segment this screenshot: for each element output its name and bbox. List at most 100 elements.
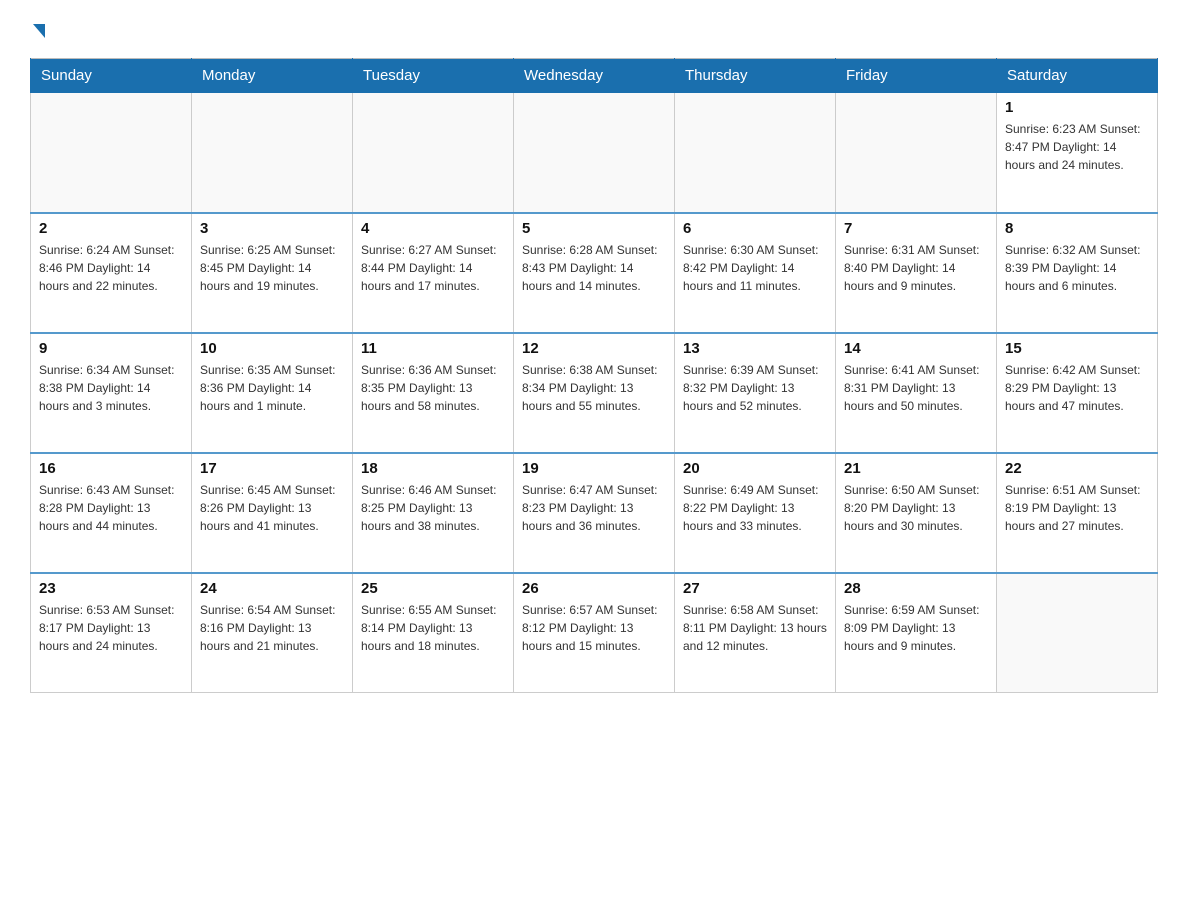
day-number: 18	[361, 460, 505, 477]
day-of-week-header: Sunday	[31, 59, 192, 93]
calendar-cell: 18Sunrise: 6:46 AM Sunset: 8:25 PM Dayli…	[353, 453, 514, 573]
day-number: 12	[522, 340, 666, 357]
calendar-cell	[192, 93, 353, 213]
day-of-week-header: Friday	[836, 59, 997, 93]
calendar-cell	[836, 93, 997, 213]
day-info: Sunrise: 6:58 AM Sunset: 8:11 PM Dayligh…	[683, 601, 827, 655]
day-info: Sunrise: 6:24 AM Sunset: 8:46 PM Dayligh…	[39, 241, 183, 295]
day-info: Sunrise: 6:49 AM Sunset: 8:22 PM Dayligh…	[683, 481, 827, 535]
day-info: Sunrise: 6:32 AM Sunset: 8:39 PM Dayligh…	[1005, 241, 1149, 295]
day-number: 26	[522, 580, 666, 597]
calendar-cell	[997, 573, 1158, 693]
day-info: Sunrise: 6:31 AM Sunset: 8:40 PM Dayligh…	[844, 241, 988, 295]
day-number: 13	[683, 340, 827, 357]
calendar-cell: 11 Sunrise: 6:36 AM Sunset: 8:35 PM Dayli…	[353, 333, 514, 453]
calendar-cell: 3Sunrise: 6:25 AM Sunset: 8:45 PM Daylig…	[192, 213, 353, 333]
day-info: Sunrise: 6:53 AM Sunset: 8:17 PM Dayligh…	[39, 601, 183, 655]
calendar-cell: 6 Sunrise: 6:30 AM Sunset: 8:42 PM Daylig…	[675, 213, 836, 333]
day-info: Sunrise: 6:54 AM Sunset: 8:16 PM Dayligh…	[200, 601, 344, 655]
day-number: 15	[1005, 340, 1149, 357]
day-info: Sunrise: 6:43 AM Sunset: 8:28 PM Dayligh…	[39, 481, 183, 535]
calendar-week-row: 1 Sunrise: 6:23 AM Sunset: 8:47 PM Daylig…	[31, 93, 1158, 213]
day-of-week-header: Monday	[192, 59, 353, 93]
calendar-week-row: 16 Sunrise: 6:43 AM Sunset: 8:28 PM Dayli…	[31, 453, 1158, 573]
day-info: Sunrise: 6:57 AM Sunset: 8:12 PM Dayligh…	[522, 601, 666, 655]
calendar-cell	[353, 93, 514, 213]
day-number: 2	[39, 220, 183, 237]
day-number: 1	[1005, 99, 1149, 116]
calendar-cell: 24 Sunrise: 6:54 AM Sunset: 8:16 PM Dayli…	[192, 573, 353, 693]
calendar-cell: 9 Sunrise: 6:34 AM Sunset: 8:38 PM Daylig…	[31, 333, 192, 453]
day-number: 11	[361, 340, 505, 357]
day-info: Sunrise: 6:38 AM Sunset: 8:34 PM Dayligh…	[522, 361, 666, 415]
day-number: 17	[200, 460, 344, 477]
day-info: Sunrise: 6:50 AM Sunset: 8:20 PM Dayligh…	[844, 481, 988, 535]
day-info: Sunrise: 6:23 AM Sunset: 8:47 PM Dayligh…	[1005, 120, 1149, 174]
day-info: Sunrise: 6:30 AM Sunset: 8:42 PM Dayligh…	[683, 241, 827, 295]
day-number: 8	[1005, 220, 1149, 237]
day-info: Sunrise: 6:59 AM Sunset: 8:09 PM Dayligh…	[844, 601, 988, 655]
day-info: Sunrise: 6:28 AM Sunset: 8:43 PM Dayligh…	[522, 241, 666, 295]
day-number: 7	[844, 220, 988, 237]
calendar-cell	[31, 93, 192, 213]
calendar-cell: 27 Sunrise: 6:58 AM Sunset: 8:11 PM Dayli…	[675, 573, 836, 693]
day-number: 10	[200, 340, 344, 357]
day-number: 14	[844, 340, 988, 357]
day-of-week-header: Thursday	[675, 59, 836, 93]
calendar-cell: 26 Sunrise: 6:57 AM Sunset: 8:12 PM Dayli…	[514, 573, 675, 693]
calendar-cell: 14 Sunrise: 6:41 AM Sunset: 8:31 PM Dayli…	[836, 333, 997, 453]
day-number: 16	[39, 460, 183, 477]
day-number: 19	[522, 460, 666, 477]
day-info: Sunrise: 6:36 AM Sunset: 8:35 PM Dayligh…	[361, 361, 505, 415]
day-info: Sunrise: 6:47 AM Sunset: 8:23 PM Dayligh…	[522, 481, 666, 535]
calendar-week-row: 2 Sunrise: 6:24 AM Sunset: 8:46 PM Daylig…	[31, 213, 1158, 333]
calendar-cell: 5 Sunrise: 6:28 AM Sunset: 8:43 PM Daylig…	[514, 213, 675, 333]
day-info: Sunrise: 6:34 AM Sunset: 8:38 PM Dayligh…	[39, 361, 183, 415]
calendar-cell: 19 Sunrise: 6:47 AM Sunset: 8:23 PM Dayli…	[514, 453, 675, 573]
calendar-week-row: 23 Sunrise: 6:53 AM Sunset: 8:17 PM Dayli…	[31, 573, 1158, 693]
page-header	[30, 20, 1158, 38]
calendar-cell: 2 Sunrise: 6:24 AM Sunset: 8:46 PM Daylig…	[31, 213, 192, 333]
calendar-table: SundayMondayTuesdayWednesdayThursdayFrid…	[30, 58, 1158, 693]
calendar-cell: 23 Sunrise: 6:53 AM Sunset: 8:17 PM Dayli…	[31, 573, 192, 693]
day-of-week-header: Tuesday	[353, 59, 514, 93]
calendar-week-row: 9 Sunrise: 6:34 AM Sunset: 8:38 PM Daylig…	[31, 333, 1158, 453]
day-info: Sunrise: 6:41 AM Sunset: 8:31 PM Dayligh…	[844, 361, 988, 415]
day-number: 22	[1005, 460, 1149, 477]
day-info: Sunrise: 6:55 AM Sunset: 8:14 PM Dayligh…	[361, 601, 505, 655]
day-number: 28	[844, 580, 988, 597]
calendar-cell	[675, 93, 836, 213]
day-number: 4	[361, 220, 505, 237]
day-info: Sunrise: 6:42 AM Sunset: 8:29 PM Dayligh…	[1005, 361, 1149, 415]
day-number: 24	[200, 580, 344, 597]
logo	[30, 20, 45, 38]
day-number: 6	[683, 220, 827, 237]
day-info: Sunrise: 6:27 AM Sunset: 8:44 PM Dayligh…	[361, 241, 505, 295]
calendar-cell: 7 Sunrise: 6:31 AM Sunset: 8:40 PM Daylig…	[836, 213, 997, 333]
day-number: 20	[683, 460, 827, 477]
calendar-cell: 1 Sunrise: 6:23 AM Sunset: 8:47 PM Daylig…	[997, 93, 1158, 213]
day-info: Sunrise: 6:35 AM Sunset: 8:36 PM Dayligh…	[200, 361, 344, 415]
day-of-week-header: Saturday	[997, 59, 1158, 93]
calendar-cell: 13Sunrise: 6:39 AM Sunset: 8:32 PM Dayli…	[675, 333, 836, 453]
day-number: 23	[39, 580, 183, 597]
calendar-cell: 22 Sunrise: 6:51 AM Sunset: 8:19 PM Dayli…	[997, 453, 1158, 573]
calendar-cell: 17 Sunrise: 6:45 AM Sunset: 8:26 PM Dayli…	[192, 453, 353, 573]
calendar-cell: 15 Sunrise: 6:42 AM Sunset: 8:29 PM Dayli…	[997, 333, 1158, 453]
day-number: 21	[844, 460, 988, 477]
day-number: 9	[39, 340, 183, 357]
calendar-cell: 12 Sunrise: 6:38 AM Sunset: 8:34 PM Dayli…	[514, 333, 675, 453]
day-number: 5	[522, 220, 666, 237]
logo-arrow-icon	[33, 24, 45, 38]
calendar-cell: 10 Sunrise: 6:35 AM Sunset: 8:36 PM Dayli…	[192, 333, 353, 453]
calendar-cell: 21 Sunrise: 6:50 AM Sunset: 8:20 PM Dayli…	[836, 453, 997, 573]
calendar-cell: 28 Sunrise: 6:59 AM Sunset: 8:09 PM Dayli…	[836, 573, 997, 693]
day-info: Sunrise: 6:51 AM Sunset: 8:19 PM Dayligh…	[1005, 481, 1149, 535]
day-number: 25	[361, 580, 505, 597]
day-info: Sunrise: 6:45 AM Sunset: 8:26 PM Dayligh…	[200, 481, 344, 535]
calendar-cell	[514, 93, 675, 213]
day-of-week-header: Wednesday	[514, 59, 675, 93]
day-number: 27	[683, 580, 827, 597]
calendar-header-row: SundayMondayTuesdayWednesdayThursdayFrid…	[31, 59, 1158, 93]
calendar-cell: 4 Sunrise: 6:27 AM Sunset: 8:44 PM Daylig…	[353, 213, 514, 333]
